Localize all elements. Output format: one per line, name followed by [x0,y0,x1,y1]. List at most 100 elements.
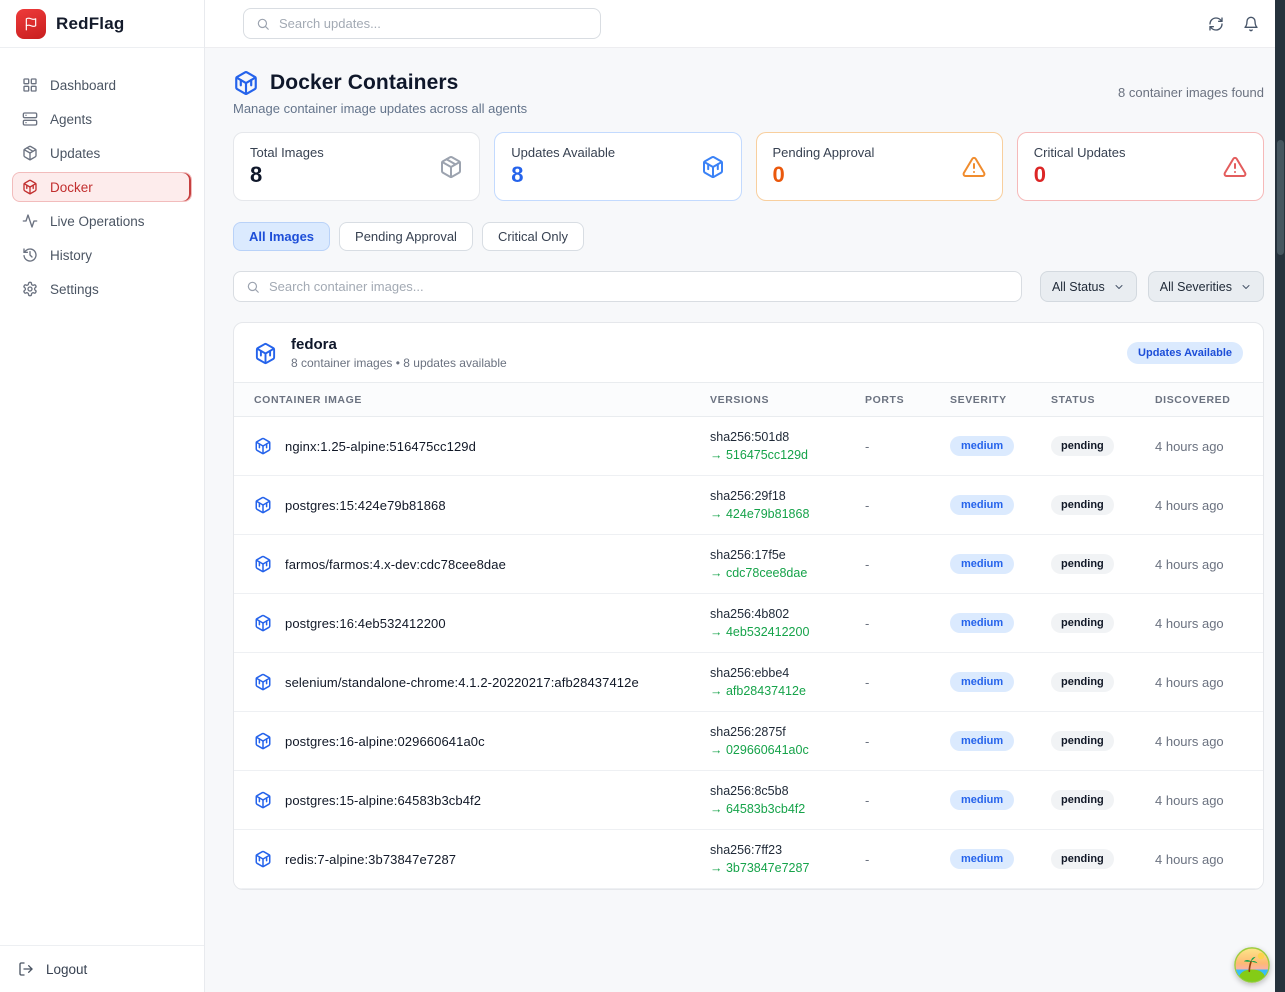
logout-button[interactable]: Logout [18,961,186,977]
status-filter-select[interactable]: All Status [1040,271,1137,302]
table-row[interactable]: postgres:15:424e79b81868 sha256:29f18 → … [234,476,1263,535]
table-column-header: Status [1051,394,1155,406]
page-head: Docker Containers Manage container image… [233,70,1264,116]
docker-cube-icon [254,555,272,573]
stat-card: Total Images 8 [233,132,480,201]
cell-ports: - [865,439,950,454]
container-image-name: postgres:16:4eb532412200 [285,616,446,631]
cell-status: pending [1051,495,1155,515]
severity-badge: medium [950,613,1014,633]
cell-status: pending [1051,731,1155,751]
table-row[interactable]: farmos/farmos:4.x-dev:cdc78cee8dae sha25… [234,535,1263,594]
cell-discovered: 4 hours ago [1155,498,1243,513]
version-new: → 4eb532412200 [710,624,865,641]
topbar [205,0,1285,48]
cell-discovered: 4 hours ago [1155,439,1243,454]
sidebar-footer: Logout [0,945,204,992]
sidebar-item[interactable]: Agents [12,104,192,134]
sidebar-item-label: Agents [50,112,92,127]
container-image-name: selenium/standalone-chrome:4.1.2-2022021… [285,675,639,690]
severity-filter-value: All Severities [1160,280,1232,294]
version-new: → 64583b3cb4f2 [710,801,865,818]
sidebar-item[interactable]: Settings [12,274,192,304]
global-search-input[interactable] [279,16,588,31]
grid-icon [22,77,38,93]
version-new: → 424e79b81868 [710,506,865,523]
package-icon [439,155,463,179]
flag-icon [24,17,38,31]
stat-label: Total Images [250,145,324,160]
page-head-left: Docker Containers Manage container image… [233,70,527,116]
stat-value: 0 [1034,162,1126,188]
cell-versions: sha256:29f18 → 424e79b81868 [710,488,865,523]
table-row[interactable]: postgres:15-alpine:64583b3cb4f2 sha256:8… [234,771,1263,830]
docker-cube-icon [254,496,272,514]
scrollbar-thumb[interactable] [1277,140,1284,255]
cell-status: pending [1051,436,1155,456]
sidebar-item[interactable]: Dashboard [12,70,192,100]
severity-badge: medium [950,495,1014,515]
group-title: fedora [291,336,507,353]
filter-row: All Status All Severities [233,271,1264,302]
table-row[interactable]: postgres:16-alpine:029660641a0c sha256:2… [234,712,1263,771]
group-titles: fedora 8 container images • 8 updates av… [291,336,507,370]
island-floating-button[interactable] [1234,947,1270,983]
sidebar-item-label: History [50,248,92,263]
sidebar: RedFlag Dashboard Agents Updates [0,0,205,992]
cell-severity: medium [950,731,1051,751]
status-filter-value: All Status [1052,280,1105,294]
image-group-card: fedora 8 container images • 8 updates av… [233,322,1264,890]
cell-versions: sha256:4b802 → 4eb532412200 [710,606,865,641]
filter-tab[interactable]: All Images [233,222,330,251]
version-current: sha256:7ff23 [710,842,865,859]
sidebar-item-label: Live Operations [50,214,145,229]
page-subtitle: Manage container image updates across al… [233,101,527,116]
cell-ports: - [865,793,950,808]
cell-severity: medium [950,554,1051,574]
cell-ports: - [865,557,950,572]
docker-cube-icon [254,673,272,691]
image-search-input[interactable] [269,279,1009,294]
table-row[interactable]: selenium/standalone-chrome:4.1.2-2022021… [234,653,1263,712]
docker-cube-icon [254,850,272,868]
sidebar-item-label: Settings [50,282,99,297]
table-column-header: Versions [710,394,865,406]
stat-value: 0 [773,162,875,188]
sidebar-item[interactable]: Updates [12,138,192,168]
results-count: 8 container images found [1118,85,1264,100]
cell-container-image: postgres:15-alpine:64583b3cb4f2 [254,791,710,809]
cell-discovered: 4 hours ago [1155,793,1243,808]
stat-value: 8 [250,162,324,188]
stat-text: Pending Approval 0 [773,145,875,188]
global-search [243,8,601,39]
table-body: nginx:1.25-alpine:516475cc129d sha256:50… [234,417,1263,889]
docker-cube-icon [701,155,725,179]
sidebar-item[interactable]: History [12,240,192,270]
cell-discovered: 4 hours ago [1155,616,1243,631]
table-row[interactable]: redis:7-alpine:3b73847e7287 sha256:7ff23… [234,830,1263,889]
gear-icon [22,281,38,297]
activity-icon [22,213,38,229]
table-column-header: Container Image [254,394,710,406]
version-new: → 516475cc129d [710,447,865,464]
table-row[interactable]: nginx:1.25-alpine:516475cc129d sha256:50… [234,417,1263,476]
container-image-name: postgres:15:424e79b81868 [285,498,446,513]
page-content: Docker Containers Manage container image… [205,48,1285,992]
container-image-name: postgres:16-alpine:029660641a0c [285,734,485,749]
refresh-icon[interactable] [1208,16,1224,32]
filter-tab[interactable]: Critical Only [482,222,584,251]
version-new: → 3b73847e7287 [710,860,865,877]
version-new: → afb28437412e [710,683,865,700]
bell-icon[interactable] [1243,16,1259,32]
stat-card: Updates Available 8 [494,132,741,201]
filter-tab[interactable]: Pending Approval [339,222,473,251]
sidebar-item[interactable]: Docker [12,172,192,202]
docker-cube-icon [22,179,38,195]
chevron-down-icon [1113,281,1125,293]
table-row[interactable]: postgres:16:4eb532412200 sha256:4b802 → … [234,594,1263,653]
topbar-icons [1208,16,1259,32]
group-meta: 8 container images • 8 updates available [291,356,507,370]
sidebar-item[interactable]: Live Operations [12,206,192,236]
severity-filter-select[interactable]: All Severities [1148,271,1264,302]
page-scrollbar[interactable] [1275,0,1285,992]
